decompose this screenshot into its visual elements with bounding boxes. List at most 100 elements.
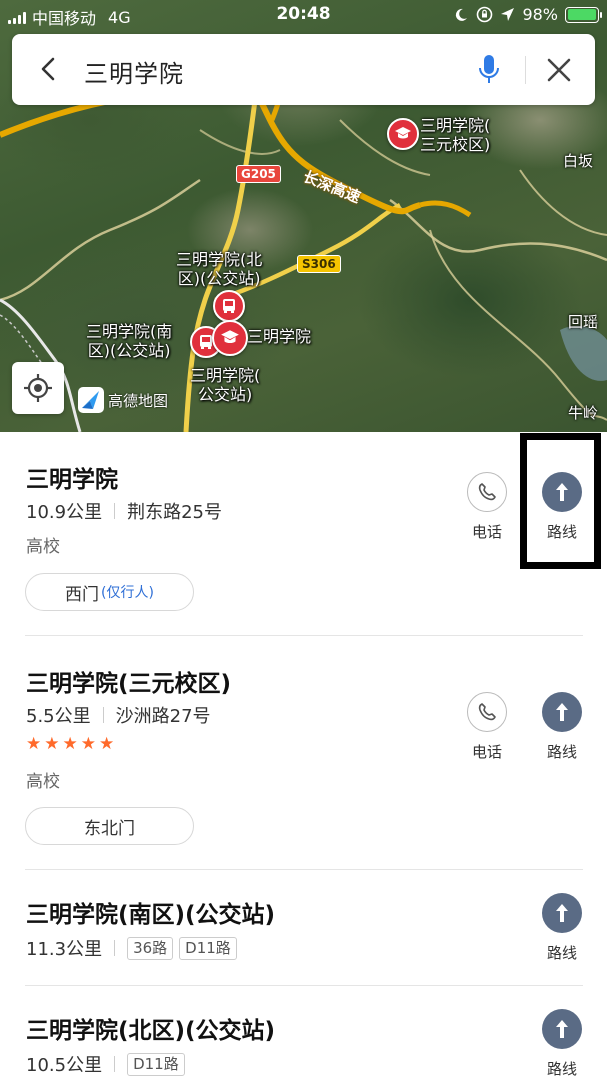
moon-icon <box>456 8 468 21</box>
poi-label-main-campus: 三明学院 <box>247 327 311 346</box>
star-icon: ★ <box>26 734 42 754</box>
gate-note: (仅行人) <box>101 585 154 601</box>
star-icon: ★ <box>44 734 60 754</box>
result-meta: 5.5公里 沙洲路27号 <box>26 702 211 728</box>
search-divider <box>525 56 526 84</box>
poi-label-line: 区)(公交站) <box>177 269 261 288</box>
poi-label-north-bus-stop: 三明学院(北 区)(公交站) <box>176 250 262 288</box>
bus-line-tag: D11路 <box>179 936 237 960</box>
poi-label-line: 三明学院( <box>420 116 491 135</box>
phone-icon <box>478 483 496 501</box>
road-shield-g205: G205 <box>236 165 281 183</box>
result-meta: 11.3公里 36路 D11路 <box>26 935 243 961</box>
result-list: 三明学院 10.9公里 荆东路25号 高校 西门 (仅行人) 电话 路线 三明学… <box>0 432 607 1080</box>
amap-logo-icon <box>78 387 104 413</box>
result-meta: 10.9公里 荆东路25号 <box>26 498 222 524</box>
route-button[interactable]: 路线 <box>532 1009 592 1079</box>
place-label-huiyao: 回瑶 <box>568 313 599 331</box>
graduation-cap-icon <box>221 330 239 343</box>
graduation-cap-icon <box>395 127 411 139</box>
battery-icon <box>565 6 602 23</box>
status-bar: 中国移动 4G 20:48 98% <box>0 0 607 30</box>
poi-label-line: 三明学院( <box>190 366 261 385</box>
phone-icon-wrapper <box>467 692 507 732</box>
poi-label-line: 三明学院(北 <box>176 250 263 269</box>
poi-label-line: 区)(公交站) <box>87 341 171 360</box>
battery-percent: 98% <box>522 5 558 24</box>
result-distance: 10.9公里 <box>26 502 103 523</box>
map-view[interactable]: 中国移动 4G 20:48 98% 三明学院 G205 S306 长深高速 三明… <box>0 0 607 432</box>
close-icon[interactable] <box>545 56 573 84</box>
result-title[interactable]: 三明学院(北区)(公交站) <box>26 1011 275 1045</box>
list-item[interactable]: 三明学院 10.9公里 荆东路25号 高校 西门 (仅行人) 电话 路线 <box>0 432 607 636</box>
result-distance: 10.5公里 <box>26 1055 103 1076</box>
route-label: 路线 <box>546 743 577 761</box>
poi-label-line: 三元校区) <box>420 135 491 154</box>
route-button[interactable]: 路线 <box>532 692 592 762</box>
star-icon: ★ <box>80 734 96 754</box>
phone-icon <box>478 703 496 721</box>
result-title[interactable]: 三明学院(三元校区) <box>26 664 231 698</box>
route-icon-wrapper <box>542 1009 582 1049</box>
call-button[interactable]: 电话 <box>457 692 517 762</box>
poi-pin-main-campus[interactable] <box>212 320 248 356</box>
list-item[interactable]: 三明学院(南区)(公交站) 11.3公里 36路 D11路 路线 <box>0 869 607 986</box>
result-category: 高校 <box>26 537 60 557</box>
rating-stars: ★ ★ ★ ★ ★ <box>26 735 114 753</box>
place-label-niuling: 牛岭 <box>568 404 599 422</box>
meta-divider <box>102 707 104 723</box>
app-root: 中国移动 4G 20:48 98% 三明学院 G205 S306 长深高速 三明… <box>0 0 607 1080</box>
route-button[interactable]: 路线 <box>532 472 592 542</box>
route-arrow-icon <box>556 483 568 501</box>
place-label-baiban: 白坂 <box>563 152 594 170</box>
bus-line-tag: D11路 <box>127 1052 185 1076</box>
chevron-left-icon[interactable] <box>34 54 64 84</box>
poi-pin-sanyuan-campus[interactable] <box>387 118 419 150</box>
amap-logo: 高德地图 <box>77 386 168 414</box>
location-arrow-icon <box>501 8 515 21</box>
poi-label-sanyuan-campus: 三明学院( 三元校区) <box>420 116 490 154</box>
route-label: 路线 <box>546 944 577 962</box>
gate-button[interactable]: 西门 (仅行人) <box>25 573 194 611</box>
result-distance: 11.3公里 <box>26 939 103 960</box>
route-icon-wrapper <box>542 692 582 732</box>
result-distance: 5.5公里 <box>26 706 91 727</box>
gate-label: 西门 <box>65 584 100 605</box>
result-meta: 10.5公里 D11路 <box>26 1051 191 1077</box>
call-label: 电话 <box>471 743 502 761</box>
orientation-lock-icon <box>477 6 493 23</box>
result-title[interactable]: 三明学院 <box>26 460 118 494</box>
route-button[interactable]: 路线 <box>532 893 592 963</box>
meta-divider <box>114 1056 116 1072</box>
bus-icon <box>223 299 235 313</box>
result-category: 高校 <box>26 772 60 792</box>
locate-me-button[interactable] <box>12 362 64 414</box>
search-input[interactable]: 三明学院 <box>84 54 184 89</box>
microphone-icon[interactable] <box>477 54 501 86</box>
poi-label-campus-bus-stop: 三明学院( 公交站) <box>190 366 260 404</box>
meta-divider <box>114 503 116 519</box>
gate-button[interactable]: 东北门 <box>25 807 194 845</box>
gate-label: 东北门 <box>84 818 135 839</box>
result-title[interactable]: 三明学院(南区)(公交站) <box>26 895 275 929</box>
search-bar: 三明学院 <box>12 34 595 105</box>
route-icon-wrapper <box>542 472 582 512</box>
poi-label-line: 三明学院(南 <box>86 322 173 341</box>
poi-pin-north-bus-stop[interactable] <box>213 290 245 322</box>
crosshair-icon <box>24 374 52 402</box>
star-icon: ★ <box>62 734 78 754</box>
bus-line-tag: 36路 <box>127 936 174 960</box>
road-shield-s306: S306 <box>297 255 341 273</box>
result-address: 荆东路25号 <box>127 502 222 523</box>
result-address: 沙洲路27号 <box>115 706 211 727</box>
call-button[interactable]: 电话 <box>457 472 517 542</box>
route-label: 路线 <box>546 523 577 541</box>
route-arrow-icon <box>556 904 568 922</box>
list-item[interactable]: 三明学院(北区)(公交站) 10.5公里 D11路 路线 <box>0 985 607 1080</box>
amap-logo-text: 高德地图 <box>108 391 169 410</box>
call-label: 电话 <box>471 523 502 541</box>
route-arrow-icon <box>556 703 568 721</box>
poi-label-line: 三明学院 <box>247 327 312 346</box>
battery-level <box>567 9 596 20</box>
list-item[interactable]: 三明学院(三元校区) 5.5公里 沙洲路27号 ★ ★ ★ ★ ★ 高校 东北门 <box>0 635 607 870</box>
